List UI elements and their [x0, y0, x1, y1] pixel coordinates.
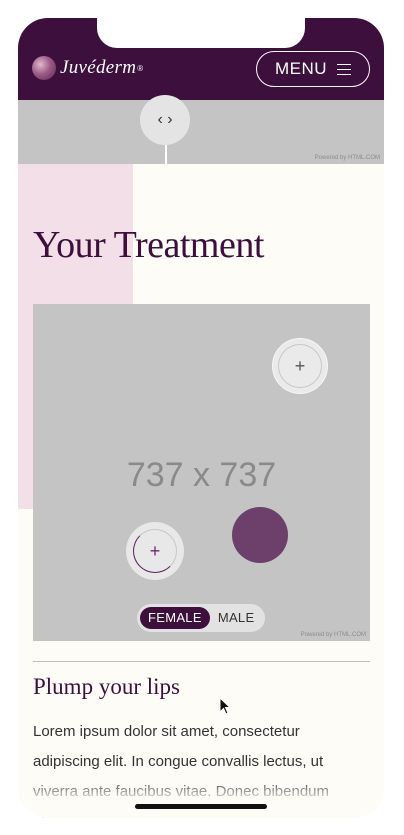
- treatment-image: 737 x 737 + + FEMALE MALE Powered by HTM…: [33, 304, 370, 641]
- home-indicator[interactable]: [135, 804, 267, 809]
- code-brackets-icon: ‹ ›: [157, 111, 173, 128]
- menu-button[interactable]: MENU: [256, 51, 370, 87]
- device-notch: [97, 18, 305, 48]
- image-powered-by: Powered by HTML.COM: [300, 632, 366, 638]
- plus-icon: +: [133, 529, 177, 573]
- banner-image: Powered by HTML.COM: [18, 100, 384, 164]
- section-heading: Plump your lips: [33, 674, 180, 699]
- page-title: Your Treatment: [33, 224, 264, 266]
- image-placeholder-text: 737 x 737: [126, 456, 277, 494]
- compare-slider-line: [165, 145, 167, 164]
- hamburger-icon: [337, 63, 352, 75]
- mouse-cursor-icon: [219, 697, 231, 715]
- phone-screen: Juvéderm ® MENU Powered by HTML.COM ‹ › …: [18, 18, 384, 818]
- banner-powered-by: Powered by HTML.COM: [314, 155, 380, 161]
- gender-option-female[interactable]: FEMALE: [140, 607, 210, 629]
- brand-logo[interactable]: Juvéderm ®: [32, 56, 143, 80]
- treatment-area-marker[interactable]: [232, 507, 288, 563]
- hotspot-button[interactable]: +: [272, 338, 328, 394]
- gender-option-male[interactable]: MALE: [210, 607, 263, 629]
- bottom-fade-overlay: [18, 778, 384, 818]
- compare-slider-handle[interactable]: ‹ ›: [140, 95, 190, 145]
- hotspot-button-active[interactable]: +: [126, 522, 184, 580]
- plus-icon: +: [278, 344, 322, 388]
- brand-name: Juvéderm: [60, 57, 137, 78]
- menu-label: MENU: [274, 59, 328, 78]
- registered-mark: ®: [137, 63, 144, 73]
- gender-toggle[interactable]: FEMALE MALE: [137, 604, 266, 632]
- section-divider: [33, 661, 370, 662]
- logo-emblem-icon: [32, 56, 56, 80]
